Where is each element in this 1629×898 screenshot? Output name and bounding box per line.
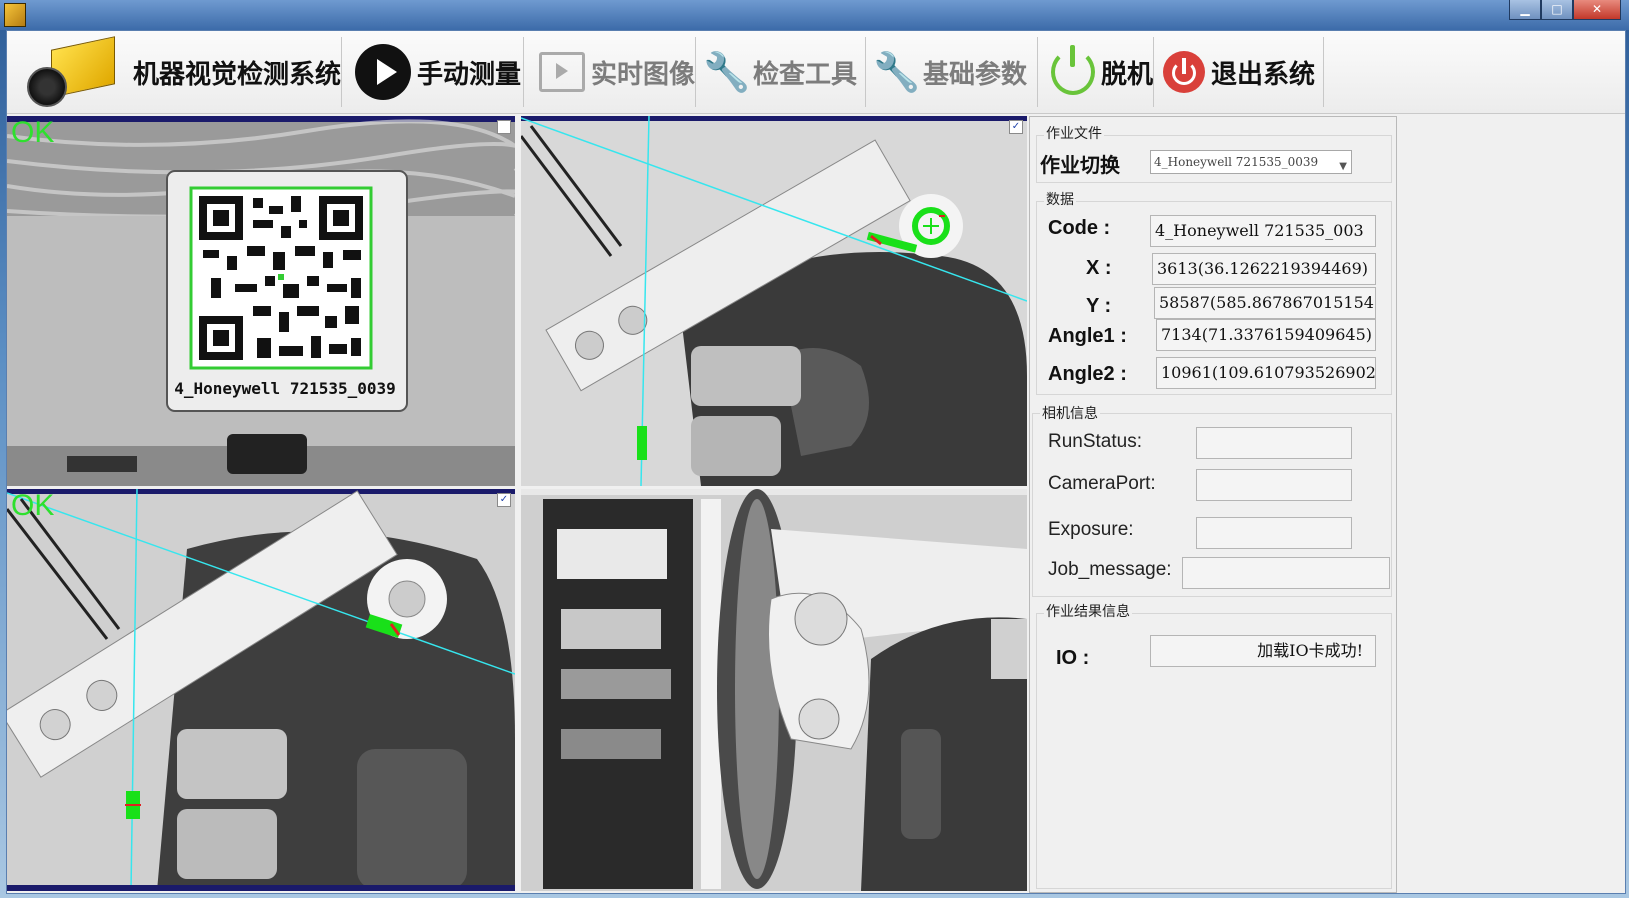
- offline-label: 脱机: [1100, 59, 1153, 90]
- y-field[interactable]: 58587(585.867867015154: [1154, 287, 1376, 319]
- app-icon: [4, 3, 26, 27]
- inspect-tool-label: 检查工具: [753, 59, 858, 90]
- brand-block: 机器视觉检测系统: [11, 35, 342, 109]
- exit-system-button[interactable]: 退出系统: [1157, 37, 1324, 107]
- power-icon: [1051, 45, 1095, 95]
- inspect-tool-button[interactable]: 🔧 检查工具: [699, 37, 866, 107]
- angle1-field[interactable]: 7134(71.3376159409645): [1156, 319, 1376, 351]
- play-icon: [355, 44, 411, 100]
- close-icon[interactable]: ✕: [1573, 0, 1621, 20]
- angle2-field[interactable]: 10961(109.610793526902: [1156, 357, 1376, 389]
- y-label: Y :: [1086, 295, 1112, 317]
- data-group-title: 数据: [1044, 189, 1076, 209]
- jobmessage-field[interactable]: [1182, 557, 1390, 589]
- exposure-field[interactable]: [1196, 517, 1352, 549]
- camera-view-3[interactable]: OK ✓: [7, 489, 515, 891]
- job-file-group-title: 作业文件: [1044, 123, 1104, 143]
- wrench-icon: 🔧: [873, 50, 921, 94]
- io-label: IO :: [1056, 647, 1090, 669]
- part-scene-image-4: [521, 489, 1027, 891]
- manual-measure-button[interactable]: 手动测量: [347, 37, 524, 107]
- offline-button[interactable]: 脱机: [1041, 37, 1154, 107]
- basic-params-button[interactable]: 🔧 基础参数: [869, 37, 1038, 107]
- window-controls: ▁ □ ✕: [1509, 0, 1621, 20]
- basic-params-label: 基础参数: [923, 59, 1028, 90]
- angle2-label: Angle2 :: [1048, 363, 1127, 385]
- exit-power-icon: [1163, 51, 1205, 93]
- angle1-label: Angle1 :: [1048, 325, 1127, 347]
- job-result-group-title: 作业结果信息: [1044, 601, 1132, 621]
- manual-measure-label: 手动测量: [417, 59, 522, 90]
- job-switch-select[interactable]: 4_Honeywell 721535_0039 ▼: [1150, 150, 1352, 174]
- part-scene-image-2: [521, 116, 1027, 486]
- view1-checkbox[interactable]: [497, 120, 511, 134]
- exposure-label: Exposure:: [1048, 519, 1134, 540]
- job-switch-label: 作业切换: [1040, 155, 1120, 177]
- exit-system-label: 退出系统: [1211, 59, 1316, 90]
- video-icon: [539, 52, 585, 92]
- minimize-icon[interactable]: ▁: [1509, 0, 1541, 20]
- x-label: X :: [1086, 257, 1112, 279]
- wrench-icon: 🔧: [703, 50, 751, 94]
- realtime-image-label: 实时图像: [590, 59, 695, 90]
- runstatus-field[interactable]: [1196, 427, 1352, 459]
- code-label: Code :: [1048, 217, 1111, 239]
- camera-view-1[interactable]: 4_Honeywell 721535_0039 OK: [7, 116, 515, 486]
- runstatus-label: RunStatus:: [1048, 431, 1142, 452]
- camera-logo-icon: [11, 35, 127, 109]
- view2-checkbox[interactable]: ✓: [1009, 120, 1023, 134]
- jobmessage-label: Job_message:: [1048, 559, 1172, 580]
- app-window: 机器视觉检测系统 手动测量 实时图像 🔧 检查工具 🔧 基础参数 脱机 退出系统: [6, 30, 1626, 894]
- camera-info-group-title: 相机信息: [1040, 403, 1100, 423]
- code-field[interactable]: 4_Honeywell 721535_003: [1150, 215, 1376, 247]
- brand-title: 机器视觉检测系统: [132, 59, 341, 90]
- camera-view-2[interactable]: ✓: [521, 116, 1027, 486]
- cameraport-field[interactable]: [1196, 469, 1352, 501]
- realtime-image-button[interactable]: 实时图像: [527, 37, 696, 107]
- qr-scene-image: 4_Honeywell 721535_0039: [7, 116, 515, 486]
- job-switch-value: 4_Honeywell 721535_0039: [1154, 155, 1319, 169]
- cameraport-label: CameraPort:: [1048, 473, 1156, 494]
- qr-caption: 4_Honeywell 721535_0039: [174, 379, 396, 398]
- info-panel: 作业文件 作业切换 4_Honeywell 721535_0039 ▼ 数据 C…: [1029, 116, 1397, 893]
- view1-status: OK: [11, 116, 55, 149]
- window-titlebar: ▁ □ ✕: [0, 0, 1629, 30]
- x-field[interactable]: 3613(36.1262219394469): [1152, 253, 1376, 285]
- part-scene-image-3: [7, 489, 515, 891]
- view3-checkbox[interactable]: ✓: [497, 493, 511, 507]
- maximize-icon[interactable]: □: [1541, 0, 1573, 20]
- view3-status: OK: [11, 489, 55, 522]
- main-toolbar: 机器视觉检测系统 手动测量 实时图像 🔧 检查工具 🔧 基础参数 脱机 退出系统: [7, 31, 1625, 114]
- chevron-down-icon: ▼: [1339, 161, 1347, 172]
- camera-view-4[interactable]: [521, 489, 1027, 891]
- io-field[interactable]: 加载IO卡成功!: [1150, 635, 1376, 667]
